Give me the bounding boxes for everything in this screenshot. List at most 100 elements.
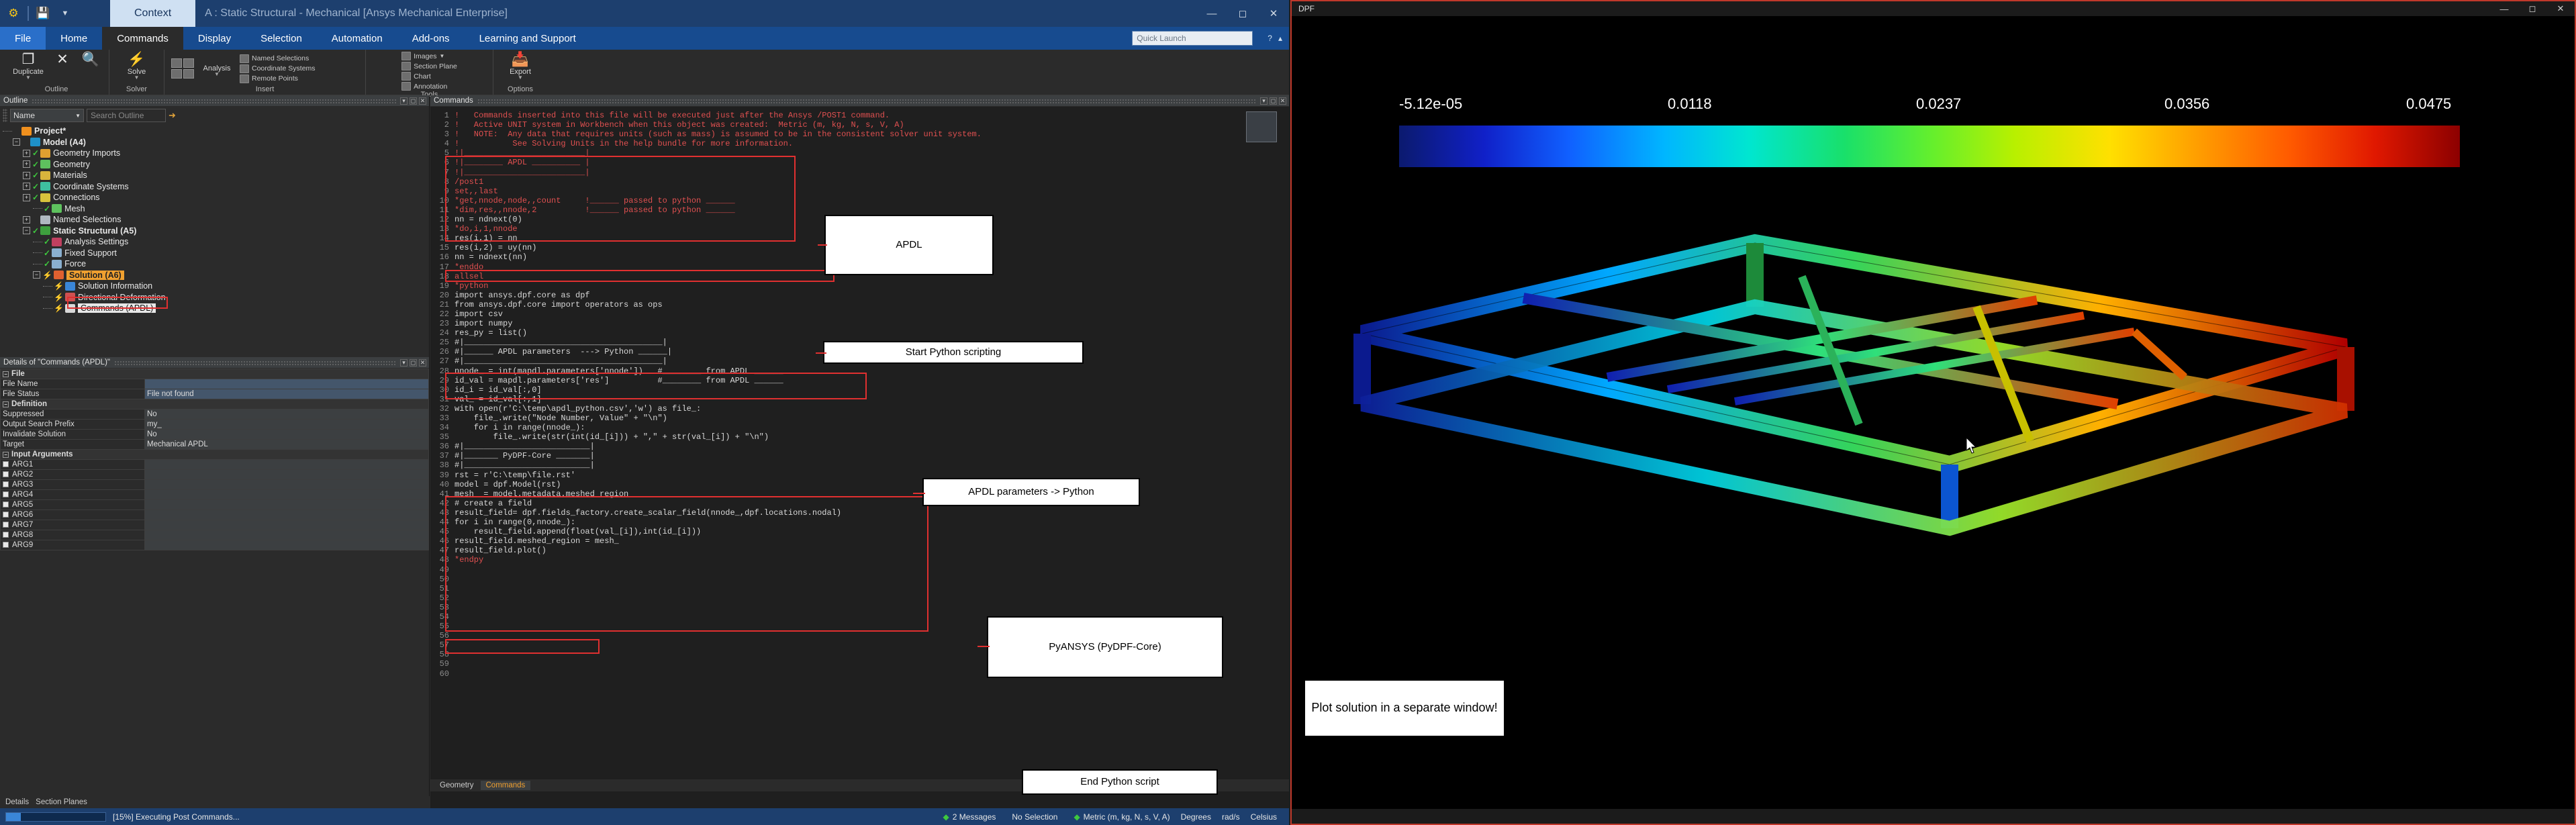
details-row-value[interactable] (144, 479, 429, 490)
outline-tree-item[interactable]: − Model (A4) (3, 137, 429, 148)
outline-tree-item[interactable]: + ✓ Geometry (3, 159, 429, 171)
collapse-icon[interactable]: − (23, 227, 30, 235)
details-row[interactable]: ARG3 (0, 479, 429, 490)
expand-icon[interactable]: + (23, 215, 30, 224)
close-icon[interactable]: ✕ (1258, 0, 1289, 27)
outline-tree-item[interactable]: ⚡ Solution Information (3, 281, 429, 292)
details-row-value[interactable] (144, 520, 429, 530)
panel-close-icon[interactable]: ✕ (419, 358, 426, 367)
collapse-icon[interactable]: − (3, 452, 9, 458)
minimize-icon[interactable]: — (1196, 0, 1227, 27)
code-line[interactable]: ! Commands inserted into this file will … (455, 111, 1289, 120)
panel-pin-icon[interactable]: ▾ (400, 358, 408, 367)
details-row-value[interactable] (144, 459, 429, 470)
details-row[interactable]: Output Search Prefix my_ (0, 419, 429, 430)
named-selections-button[interactable]: Named Selections (240, 54, 316, 63)
ribbon-tab-file[interactable]: File (0, 27, 46, 50)
code-line[interactable]: import ansys.dpf.core as dpf (455, 291, 1289, 300)
code-line[interactable]: import csv (455, 309, 1289, 319)
details-table[interactable]: − File File Name File Status File not found −… (0, 369, 429, 550)
chevron-down-icon[interactable]: ▼ (57, 5, 73, 21)
panel-maximize-icon[interactable]: ◻ (1270, 97, 1277, 105)
details-row[interactable]: ARG5 (0, 499, 429, 510)
ribbon-tab-automation[interactable]: Automation (317, 27, 397, 50)
panel-pin-icon[interactable]: ▾ (400, 97, 408, 105)
checkbox[interactable] (3, 512, 9, 518)
save-icon[interactable]: 💾 (35, 5, 51, 21)
details-row[interactable]: File Name (0, 379, 429, 389)
details-row[interactable]: ARG9 (0, 540, 429, 550)
expand-icon[interactable]: + (23, 193, 30, 201)
context-tab[interactable]: Context (110, 0, 196, 27)
checkbox[interactable] (3, 522, 9, 528)
chart-button[interactable]: Chart (401, 72, 457, 81)
help-icon[interactable]: ? (1268, 34, 1272, 43)
collapse-icon[interactable]: − (13, 138, 20, 146)
quick-launch-input[interactable]: Quick Launch (1132, 31, 1253, 46)
details-row[interactable]: Invalidate Solution No (0, 429, 429, 440)
details-row-value[interactable] (144, 509, 429, 520)
export-button[interactable]: 📥 Export ▼ (503, 52, 538, 81)
code-line[interactable]: res_py = list() (455, 328, 1289, 338)
outline-tree-item[interactable]: + ✓ Connections (3, 192, 429, 203)
details-row[interactable]: ARG4 (0, 489, 429, 500)
panel-buttons[interactable]: ▾ ◻ ✕ (400, 97, 429, 105)
details-row-value[interactable]: No (144, 429, 429, 440)
tab-commands[interactable]: Commands (480, 781, 531, 790)
code-line[interactable]: file_.write(str(int(id_[i])) + "," + str… (455, 432, 1289, 442)
expand-icon[interactable]: + (23, 171, 30, 179)
outline-tree-item[interactable]: ✓ Fixed Support (3, 248, 429, 259)
chevron-down-icon[interactable]: ▼ (134, 75, 140, 81)
outline-toolbar[interactable]: Name ▼ Search Outline ➜ (0, 107, 429, 124)
outline-tree-item[interactable]: + ✓ Coordinate Systems (3, 181, 429, 193)
tab-section-planes[interactable]: Section Planes (36, 798, 87, 806)
details-lower-tabs[interactable]: Details Section Planes (0, 796, 430, 808)
code-line[interactable]: #|_______ PyDPF-Core _______| (455, 451, 1289, 460)
panel-maximize-icon[interactable]: ◻ (410, 97, 417, 105)
comb-icon[interactable] (183, 69, 194, 79)
details-row-value[interactable] (144, 540, 429, 550)
expand-icon[interactable]: + (23, 183, 30, 191)
details-row-value[interactable] (144, 469, 429, 480)
chevron-down-icon[interactable]: ▼ (26, 75, 31, 81)
collapse-ribbon-icon[interactable]: ▴ (1278, 34, 1282, 43)
images-button[interactable]: Images ▼ (401, 52, 457, 60)
close-icon[interactable]: ✕ (2546, 1, 2575, 16)
outline-tree-item[interactable]: + Named Selections (3, 214, 429, 226)
outline-tree-item[interactable]: + ✓ Materials (3, 170, 429, 181)
collapse-icon[interactable]: − (33, 271, 40, 279)
code-line[interactable]: *python (455, 281, 1289, 291)
probe-icon[interactable] (171, 58, 182, 68)
duplicate-button[interactable]: ❐ Duplicate ▼ (11, 52, 46, 81)
expand-icon[interactable]: + (23, 149, 30, 157)
panel-close-icon[interactable]: ✕ (419, 97, 426, 105)
details-row-value[interactable]: Mechanical APDL (144, 439, 429, 450)
outline-tree-item[interactable]: ✓ Force (3, 258, 429, 270)
collapse-icon[interactable]: − (3, 401, 9, 407)
outline-tree-item[interactable]: + ✓ Geometry Imports (3, 148, 429, 159)
minimize-icon[interactable]: — (2490, 1, 2518, 16)
ribbon-tab-learning-support[interactable]: Learning and Support (465, 27, 591, 50)
collapse-icon[interactable]: − (3, 371, 9, 377)
outline-search-input[interactable]: Search Outline (87, 109, 166, 122)
outline-tree[interactable]: Project* − Model (A4) + ✓ Geometry Imports + ✓ G… (0, 124, 429, 314)
outline-tree-item[interactable]: ✓ Analysis Settings (3, 236, 429, 248)
details-row-value[interactable] (144, 379, 429, 389)
details-row-value[interactable] (144, 489, 429, 500)
thermometer-icon[interactable] (183, 58, 194, 68)
chevron-down-icon[interactable]: ▼ (518, 75, 523, 81)
code-line[interactable]: from ansys.dpf.core import operators as … (455, 300, 1289, 309)
checkbox[interactable] (3, 501, 9, 507)
chevron-down-icon[interactable]: ➜ (169, 110, 176, 121)
remote-points-button[interactable]: Remote Points (240, 74, 316, 83)
panel-maximize-icon[interactable]: ◻ (410, 358, 417, 367)
status-messages[interactable]: ◆ 2 Messages (943, 812, 996, 822)
panel-buttons[interactable]: ▾ ◻ ✕ (1260, 97, 1289, 105)
details-section-row[interactable]: − Definition (0, 399, 429, 409)
details-row-value[interactable]: No (144, 409, 429, 420)
tab-geometry[interactable]: Geometry (434, 781, 479, 790)
ribbon-tab-selection[interactable]: Selection (246, 27, 317, 50)
details-row-value[interactable]: File not found (144, 389, 429, 399)
code-line[interactable]: model = dpf.Model(rst) (455, 480, 1289, 489)
ribbon-tab-display[interactable]: Display (183, 27, 246, 50)
